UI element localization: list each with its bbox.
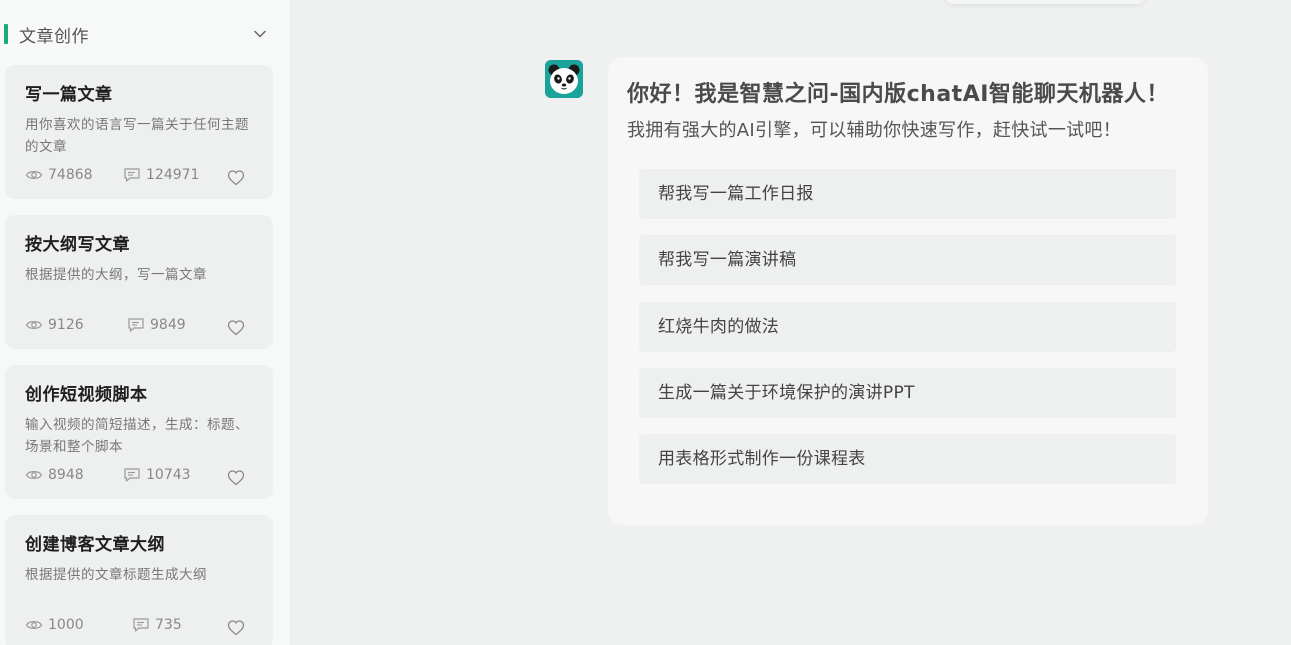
sidebar: 文章创作 写一篇文章 用你喜欢的语言写一篇关于任何主题的文章 74868 124… bbox=[0, 0, 290, 645]
card-title: 写一篇文章 bbox=[25, 85, 113, 105]
eye-icon bbox=[25, 321, 43, 329]
chevron-down-icon[interactable] bbox=[250, 24, 270, 44]
comment-count-value: 10743 bbox=[146, 467, 191, 483]
comment-count: 735 bbox=[132, 617, 182, 633]
view-count: 1000 bbox=[25, 617, 84, 633]
section-accent-bar bbox=[4, 24, 8, 44]
panda-avatar bbox=[545, 60, 583, 98]
template-card[interactable]: 按大纲写文章 根据提供的大纲，写一篇文章 9126 9849 bbox=[5, 215, 273, 349]
comment-icon bbox=[128, 318, 144, 332]
eye-icon bbox=[25, 621, 43, 629]
greeting-title: 你好！我是智慧之问-国内版chatAI智能聊天机器人！ bbox=[627, 82, 1169, 107]
view-count-value: 8948 bbox=[48, 467, 84, 483]
card-stats: 8948 10743 bbox=[25, 467, 255, 489]
view-count: 8948 bbox=[25, 467, 84, 483]
comment-icon bbox=[124, 168, 140, 182]
view-count: 74868 bbox=[25, 167, 93, 183]
view-count-value: 74868 bbox=[48, 167, 93, 183]
comment-count-value: 9849 bbox=[150, 317, 186, 333]
view-count: 9126 bbox=[25, 317, 84, 333]
heart-icon[interactable] bbox=[227, 169, 245, 187]
comment-icon bbox=[124, 468, 140, 482]
template-card[interactable]: 写一篇文章 用你喜欢的语言写一篇关于任何主题的文章 74868 124971 bbox=[5, 65, 273, 199]
suggestion-item[interactable]: 帮我写一篇演讲稿 bbox=[639, 235, 1176, 285]
section-header[interactable]: 文章创作 bbox=[4, 22, 272, 47]
card-title: 创建博客文章大纲 bbox=[25, 535, 165, 555]
view-count-value: 9126 bbox=[48, 317, 84, 333]
comment-count: 124971 bbox=[123, 167, 199, 183]
suggestion-item[interactable]: 帮我写一篇工作日报 bbox=[639, 169, 1176, 219]
card-title: 按大纲写文章 bbox=[25, 235, 130, 255]
card-description: 根据提供的大纲，写一篇文章 bbox=[25, 267, 207, 283]
card-description: 输入视频的简短描述，生成：标题、场景和整个脚本 bbox=[25, 417, 249, 455]
heart-icon[interactable] bbox=[227, 619, 245, 637]
suggestion-item[interactable]: 红烧牛肉的做法 bbox=[639, 302, 1176, 352]
template-card[interactable]: 创建博客文章大纲 根据提供的文章标题生成大纲 1000 735 bbox=[5, 515, 273, 645]
heart-icon[interactable] bbox=[227, 319, 245, 337]
comment-count: 10743 bbox=[123, 467, 191, 483]
card-title: 创作短视频脚本 bbox=[25, 385, 148, 405]
section-title: 文章创作 bbox=[19, 26, 89, 47]
comment-count-value: 124971 bbox=[146, 167, 200, 183]
suggestion-item[interactable]: 用表格形式制作一份课程表 bbox=[639, 434, 1176, 484]
card-stats: 74868 124971 bbox=[25, 167, 255, 189]
heart-icon[interactable] bbox=[227, 469, 245, 487]
eye-icon bbox=[25, 471, 43, 479]
card-stats: 9126 9849 bbox=[25, 317, 255, 339]
card-description: 根据提供的文章标题生成大纲 bbox=[25, 567, 207, 583]
comment-icon bbox=[133, 618, 149, 632]
suggestion-item[interactable]: 生成一篇关于环境保护的演讲PPT bbox=[639, 368, 1176, 418]
top-input-pill[interactable] bbox=[945, 0, 1145, 4]
view-count-value: 1000 bbox=[48, 617, 84, 633]
app: 文章创作 写一篇文章 用你喜欢的语言写一篇关于任何主题的文章 74868 124… bbox=[0, 0, 1291, 645]
assistant-message-bubble: 你好！我是智慧之问-国内版chatAI智能聊天机器人！ 我拥有强大的AI引擎，可… bbox=[608, 57, 1208, 525]
card-description: 用你喜欢的语言写一篇关于任何主题的文章 bbox=[25, 117, 249, 155]
greeting-subtitle: 我拥有强大的AI引擎，可以辅助你快速写作，赶快试一试吧！ bbox=[627, 120, 1122, 141]
template-card[interactable]: 创作短视频脚本 输入视频的简短描述，生成：标题、场景和整个脚本 8948 107… bbox=[5, 365, 273, 499]
comment-count: 9849 bbox=[127, 317, 186, 333]
panda-icon bbox=[545, 60, 583, 98]
comment-count-value: 735 bbox=[155, 617, 182, 633]
card-stats: 1000 735 bbox=[25, 617, 255, 639]
eye-icon bbox=[25, 171, 43, 179]
